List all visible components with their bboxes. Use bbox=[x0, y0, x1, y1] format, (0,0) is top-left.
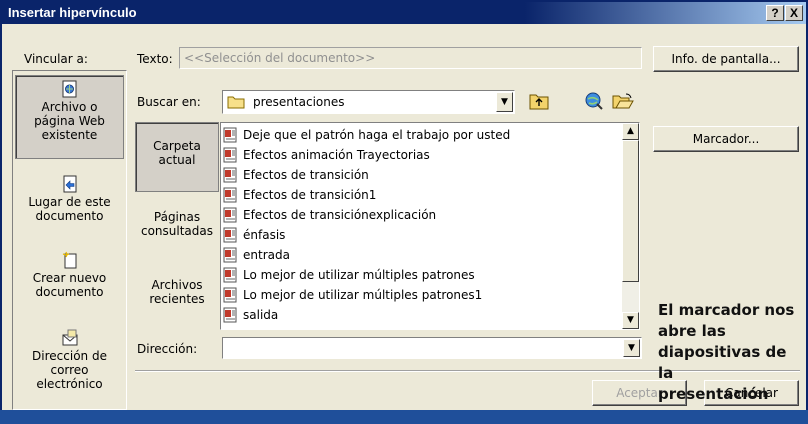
link-item-label: correo bbox=[50, 363, 89, 377]
up-folder-icon[interactable] bbox=[528, 90, 550, 112]
place-in-document-icon bbox=[63, 175, 76, 193]
text-to-display-input[interactable]: <<Selección del documento>> bbox=[179, 47, 642, 69]
link-existing-file-button[interactable]: Archivo o página Web existente bbox=[15, 75, 124, 159]
browse-file-icon[interactable] bbox=[612, 90, 634, 112]
browsed-pages-button[interactable]: Páginas consultadas bbox=[135, 210, 219, 244]
link-item-label: Crear nuevo bbox=[32, 271, 107, 285]
annotation-line: diapositivas de la bbox=[658, 343, 787, 382]
help-button[interactable]: ? bbox=[766, 5, 784, 21]
chevron-down-icon[interactable]: ▼ bbox=[496, 92, 513, 112]
taskbar-strip bbox=[0, 410, 808, 424]
source-label: Páginas bbox=[153, 210, 201, 224]
link-to-label: Vincular a: bbox=[24, 52, 88, 66]
link-place-in-document-button[interactable]: Lugar de este documento bbox=[15, 175, 124, 235]
file-name: Deje que el patrón haga el trabajo por u… bbox=[243, 128, 511, 142]
look-in-dropdown[interactable]: presentaciones ▼ bbox=[222, 90, 515, 114]
file-list-item[interactable]: Efectos de transición bbox=[223, 165, 369, 185]
web-page-icon bbox=[62, 80, 76, 98]
presentation-file-icon bbox=[223, 227, 237, 243]
file-list-item[interactable]: Efectos de transición1 bbox=[223, 185, 376, 205]
bookmark-button[interactable]: Marcador... bbox=[653, 126, 799, 152]
file-list[interactable]: Deje que el patrón haga el trabajo por u… bbox=[220, 122, 640, 330]
presentation-file-icon bbox=[223, 287, 237, 303]
presentation-file-icon bbox=[223, 147, 237, 163]
text-field-label: Texto: bbox=[137, 52, 173, 66]
link-to-panel: Archivo o página Web existente Lugar de … bbox=[12, 70, 127, 410]
scroll-down-icon[interactable]: ▼ bbox=[622, 312, 639, 329]
text-to-display-value: <<Selección del documento>> bbox=[184, 51, 376, 65]
close-button[interactable]: X bbox=[785, 5, 803, 21]
file-name: Efectos de transición1 bbox=[243, 188, 377, 202]
link-email-button[interactable]: Dirección de correo electrónico bbox=[15, 329, 124, 405]
look-in-value: presentaciones bbox=[253, 95, 345, 109]
file-list-item[interactable]: énfasis bbox=[223, 225, 285, 245]
file-list-item[interactable]: Lo mejor de utilizar múltiples patrones1 bbox=[223, 285, 482, 305]
presentation-file-icon bbox=[223, 167, 237, 183]
link-item-label: existente bbox=[41, 128, 98, 142]
link-item-label: Dirección de bbox=[32, 349, 107, 363]
source-panel: Carpeta actual Páginas consultadas Archi… bbox=[135, 122, 219, 326]
file-list-item[interactable]: Efectos animación Trayectorias bbox=[223, 145, 430, 165]
file-name: entrada bbox=[243, 248, 290, 262]
source-label: actual bbox=[158, 153, 196, 167]
folder-icon bbox=[227, 96, 245, 109]
annotation-line: El marcador nos bbox=[658, 301, 795, 319]
file-name: énfasis bbox=[243, 228, 286, 242]
link-item-label: documento bbox=[35, 285, 104, 299]
source-label: Archivos bbox=[151, 278, 203, 292]
link-item-label: página Web bbox=[34, 114, 105, 128]
current-folder-button[interactable]: Carpeta actual bbox=[135, 122, 219, 192]
file-list-item[interactable]: Efectos de transiciónexplicación bbox=[223, 205, 436, 225]
presentation-file-icon bbox=[223, 207, 237, 223]
link-new-document-button[interactable]: Crear nuevo documento bbox=[15, 251, 124, 311]
email-icon bbox=[62, 329, 77, 346]
scroll-up-icon[interactable]: ▲ bbox=[622, 123, 639, 140]
new-document-icon bbox=[62, 251, 76, 269]
browse-web-icon[interactable] bbox=[583, 90, 605, 112]
file-list-item[interactable]: salida bbox=[223, 305, 278, 325]
link-item-label: Archivo o bbox=[41, 100, 98, 114]
annotation-line: abre las bbox=[658, 322, 726, 340]
presentation-file-icon bbox=[223, 127, 237, 143]
presentation-file-icon bbox=[223, 267, 237, 283]
source-label: recientes bbox=[149, 292, 205, 306]
address-input[interactable]: ▼ bbox=[222, 337, 642, 359]
scroll-thumb[interactable] bbox=[622, 140, 639, 282]
link-item-label: Lugar de este bbox=[28, 195, 111, 209]
title-bar[interactable]: Insertar hipervínculo ? X bbox=[2, 2, 806, 24]
screentip-button[interactable]: Info. de pantalla... bbox=[653, 46, 799, 72]
annotation-note: El marcador nos abre las diapositivas de… bbox=[658, 300, 806, 405]
address-label: Dirección: bbox=[137, 342, 198, 356]
file-name: Lo mejor de utilizar múltiples patrones bbox=[243, 268, 475, 282]
file-list-item[interactable]: entrada bbox=[223, 245, 290, 265]
chevron-down-icon[interactable]: ▼ bbox=[623, 339, 640, 357]
source-label: consultadas bbox=[140, 224, 214, 238]
file-list-scrollbar[interactable]: ▲ ▼ bbox=[622, 123, 639, 329]
source-label: Carpeta bbox=[153, 139, 201, 153]
file-list-item[interactable]: Deje que el patrón haga el trabajo por u… bbox=[223, 125, 510, 145]
link-item-label: electrónico bbox=[36, 377, 103, 391]
presentation-file-icon bbox=[223, 187, 237, 203]
file-list-item[interactable]: Lo mejor de utilizar múltiples patrones bbox=[223, 265, 475, 285]
presentation-file-icon bbox=[223, 307, 237, 323]
annotation-line: presentación bbox=[658, 385, 769, 403]
file-name: Efectos animación Trayectorias bbox=[243, 148, 430, 162]
window-title: Insertar hipervínculo bbox=[8, 5, 137, 20]
look-in-label: Buscar en: bbox=[137, 95, 201, 109]
presentation-file-icon bbox=[223, 247, 237, 263]
file-name: Efectos de transiciónexplicación bbox=[243, 208, 437, 222]
file-name: Efectos de transición bbox=[243, 168, 369, 182]
hyperlink-dialog: Insertar hipervínculo ? X Vincular a: Ar… bbox=[0, 0, 808, 424]
file-name: Lo mejor de utilizar múltiples patrones1 bbox=[243, 288, 483, 302]
link-item-label: documento bbox=[35, 209, 104, 223]
file-name: salida bbox=[243, 308, 279, 322]
recent-files-button[interactable]: Archivos recientes bbox=[135, 278, 219, 312]
